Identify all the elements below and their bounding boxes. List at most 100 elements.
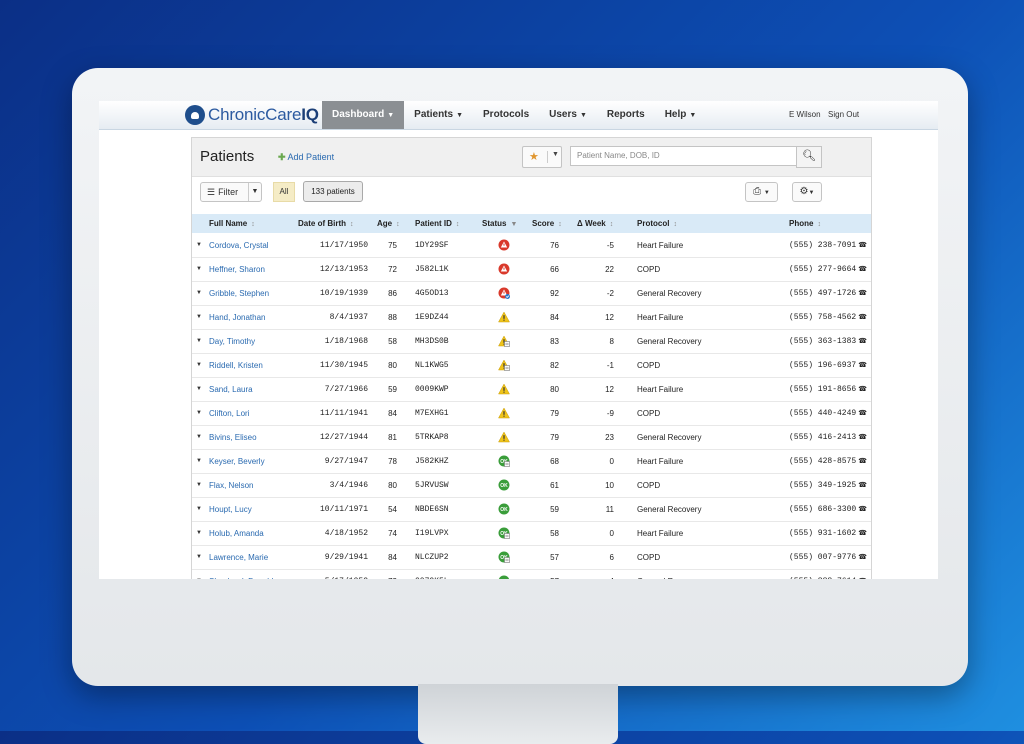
patient-name-link[interactable]: Holub, Amanda <box>209 522 294 545</box>
phone-icon[interactable]: ☎ <box>858 242 867 250</box>
print-button[interactable]: ⎙ ▼ <box>745 182 778 202</box>
patient-name-link[interactable]: Heffner, Sharon <box>209 258 294 281</box>
phone-icon[interactable]: ☎ <box>858 386 867 394</box>
patient-name-link[interactable]: Flax, Nelson <box>209 474 294 497</box>
phone-icon[interactable]: ☎ <box>858 554 867 562</box>
table-row[interactable]: ▼ Shepherd, Donald 5/17/1953 73 007QK5L OK 57 4… <box>192 570 871 579</box>
phone-icon[interactable]: ☎ <box>858 530 867 538</box>
patient-name-link[interactable]: Day, Timothy <box>209 330 294 353</box>
phone-icon[interactable]: ☎ <box>858 578 867 579</box>
table-row[interactable]: ▼ Hand, Jonathan 8/4/1937 88 1E9DZ44 84 12 Hear… <box>192 306 871 330</box>
all-filter-chip[interactable]: All <box>273 182 295 202</box>
patient-name-link[interactable]: Keyser, Beverly <box>209 450 294 473</box>
status-ok-icon: OK <box>498 551 510 563</box>
column-header-status[interactable]: Status ▼ <box>482 214 517 233</box>
patient-name-link[interactable]: Gribble, Stephen <box>209 282 294 305</box>
row-caret-icon[interactable]: ▼ <box>196 258 202 280</box>
phone-icon[interactable]: ☎ <box>858 458 867 466</box>
row-caret-icon[interactable]: ▼ <box>196 546 202 568</box>
caret-down-icon: ▼ <box>579 112 587 119</box>
cell-dob: 11/11/1941 <box>319 409 368 418</box>
favorites-dropdown[interactable]: ★ ▼ <box>522 146 562 168</box>
table-row[interactable]: ▼ Day, Timothy 1/18/1968 58 MH3DS0B 83 8 Genera… <box>192 330 871 354</box>
column-header-id[interactable]: Patient ID ↕ <box>415 214 459 233</box>
cell-age: 84 <box>388 553 397 562</box>
patient-count-badge[interactable]: 133 patients <box>303 181 363 202</box>
nav-item-help[interactable]: Help ▼ <box>655 101 707 129</box>
row-caret-icon[interactable]: ▼ <box>196 330 202 352</box>
search-button[interactable]: 🔍︎ <box>796 146 822 168</box>
row-caret-icon[interactable]: ▼ <box>196 282 202 304</box>
row-caret-icon[interactable]: ▼ <box>196 450 202 472</box>
cell-score: 79 <box>550 409 559 418</box>
row-caret-icon[interactable]: ▼ <box>196 234 202 256</box>
table-row[interactable]: ▼ Keyser, Beverly 9/27/1947 78 J582KHZ OK 68 0 H… <box>192 450 871 474</box>
row-caret-icon[interactable]: ▼ <box>196 426 202 448</box>
phone-icon[interactable]: ☎ <box>858 290 867 298</box>
logo[interactable]: ChronicCareIQ <box>185 104 319 126</box>
phone-icon[interactable]: ☎ <box>858 338 867 346</box>
patient-name-link[interactable]: Riddell, Kristen <box>209 354 294 377</box>
cell-id: I19LVPX <box>415 529 449 538</box>
phone-icon[interactable]: ☎ <box>858 266 867 274</box>
table-row[interactable]: ▼ Flax, Nelson 3/4/1946 80 5JRVUSW OK 61 10 COPD… <box>192 474 871 498</box>
sign-out-link[interactable]: Sign Out <box>828 110 859 119</box>
row-caret-icon[interactable]: ▼ <box>196 354 202 376</box>
cell-dob: 10/11/1971 <box>319 505 368 514</box>
patient-name-link[interactable]: Sand, Laura <box>209 378 294 401</box>
patient-name-link[interactable]: Cordova, Crystal <box>209 234 294 257</box>
row-caret-icon[interactable]: ▼ <box>196 474 202 496</box>
column-header-score[interactable]: Score ↕ <box>532 214 562 233</box>
cell-score: 84 <box>550 313 559 322</box>
cell-score: 79 <box>550 433 559 442</box>
patient-name-link[interactable]: Hand, Jonathan <box>209 306 294 329</box>
row-caret-icon[interactable]: ▼ <box>196 378 202 400</box>
phone-icon[interactable]: ☎ <box>858 362 867 370</box>
column-header-name[interactable]: Full Name ↕ <box>209 214 255 233</box>
row-caret-icon[interactable]: ▼ <box>196 570 202 579</box>
table-row[interactable]: ▼ Clifton, Lori 11/11/1941 84 M7EXHG1 79 -9 COP… <box>192 402 871 426</box>
column-header-phone[interactable]: Phone ↕ <box>789 214 821 233</box>
patient-name-link[interactable]: Clifton, Lori <box>209 402 294 425</box>
patient-name-link[interactable]: Lawrence, Marie <box>209 546 294 569</box>
table-row[interactable]: ▼ Holub, Amanda 4/18/1952 74 I19LVPX OK 58 0 Hea… <box>192 522 871 546</box>
current-user[interactable]: E Wilson <box>789 110 821 119</box>
column-header-age[interactable]: Age ↕ <box>377 214 400 233</box>
table-row[interactable]: ▼ Sand, Laura 7/27/1966 59 0009KWP 80 12 Heart … <box>192 378 871 402</box>
patient-name-link[interactable]: Shepherd, Donald <box>209 570 294 579</box>
phone-icon[interactable]: ☎ <box>858 314 867 322</box>
phone-icon[interactable]: ☎ <box>858 506 867 514</box>
add-patient-link[interactable]: ✚ Add Patient <box>278 152 334 163</box>
table-row[interactable]: ▼ Riddell, Kristen 11/30/1945 80 NL1KWG5 82 -1… <box>192 354 871 378</box>
column-header-week[interactable]: Δ Week ↕ <box>577 214 613 233</box>
nav-item-users[interactable]: Users ▼ <box>539 101 597 129</box>
table-row[interactable]: ▼ Houpt, Lucy 10/11/1971 54 NBDE6SN OK 59 11 Gen… <box>192 498 871 522</box>
table-row[interactable]: ▼ Lawrence, Marie 9/29/1941 84 NLCZUP2 OK 57 6 C… <box>192 546 871 570</box>
table-row[interactable]: ▼ Gribble, Stephen 10/19/1939 86 4G5OD13 92 -2… <box>192 282 871 306</box>
table-row[interactable]: ▼ Cordova, Crystal 11/17/1950 75 1DY29SF 76 -5… <box>192 234 871 258</box>
phone-icon[interactable]: ☎ <box>858 482 867 490</box>
sort-icon: ↕ <box>609 221 614 228</box>
nav-item-dashboard[interactable]: Dashboard ▼ <box>322 101 405 129</box>
sort-icon: ↕ <box>251 221 255 228</box>
table-row[interactable]: ▼ Heffner, Sharon 12/13/1953 72 J582L1K 66 22 C… <box>192 258 871 282</box>
patient-name-link[interactable]: Bivins, Eliseo <box>209 426 294 449</box>
filter-button[interactable]: ☰ Filter ▼ <box>200 182 262 202</box>
row-caret-icon[interactable]: ▼ <box>196 498 202 520</box>
column-header-dob[interactable]: Date of Birth ↕ <box>298 214 354 233</box>
row-caret-icon[interactable]: ▼ <box>196 306 202 328</box>
status-warning-icon <box>498 431 510 443</box>
nav-item-patients[interactable]: Patients ▼ <box>404 101 473 129</box>
nav-item-protocols[interactable]: Protocols <box>473 101 539 129</box>
phone-icon[interactable]: ☎ <box>858 410 867 418</box>
row-caret-icon[interactable]: ▼ <box>196 402 202 424</box>
phone-icon[interactable]: ☎ <box>858 434 867 442</box>
row-caret-icon[interactable]: ▼ <box>196 522 202 544</box>
settings-button[interactable]: ⚙▼ <box>792 182 822 202</box>
table-row[interactable]: ▼ Bivins, Eliseo 12/27/1944 81 5TRKAP8 79 23 Ge… <box>192 426 871 450</box>
column-header-protocol[interactable]: Protocol ↕ <box>637 214 677 233</box>
patient-name-link[interactable]: Houpt, Lucy <box>209 498 294 521</box>
nav-item-reports[interactable]: Reports <box>597 101 655 129</box>
search-input[interactable]: Patient Name, DOB, ID <box>570 146 803 166</box>
status-ok-icon: OK <box>498 575 510 579</box>
